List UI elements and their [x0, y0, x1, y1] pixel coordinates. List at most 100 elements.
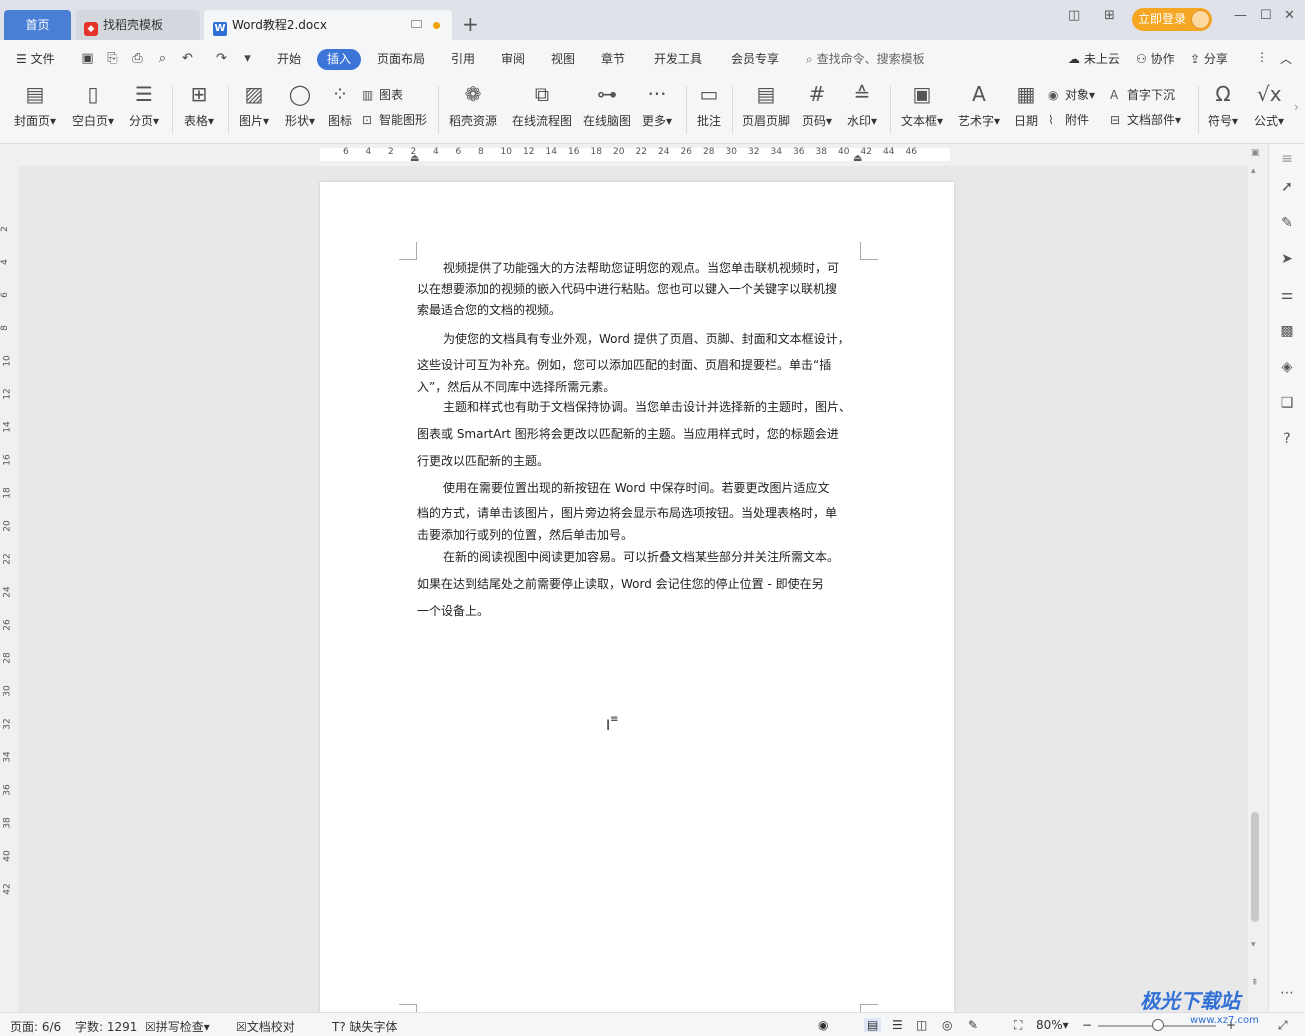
more-button[interactable]: ··· 更多▾	[638, 82, 676, 129]
eye-protect-icon[interactable]: ◉	[818, 1018, 828, 1032]
adjust-sliders-icon[interactable]: ⚌	[1278, 286, 1296, 304]
paragraph[interactable]: 主题和样式也有助于文档保持协调。当您单击设计并选择新的主题时，图片、 图表或 S…	[417, 394, 862, 475]
read-view-icon[interactable]: ◫	[916, 1018, 927, 1032]
collapse-ribbon-icon[interactable]: ︿	[1280, 50, 1292, 67]
redo-icon[interactable]: ↷	[214, 51, 229, 66]
location-icon[interactable]: ◈	[1278, 358, 1296, 376]
doc-parts-button[interactable]: ⊟ 文档部件▾	[1110, 111, 1181, 128]
zoom-level[interactable]: 80%▾	[1036, 1018, 1069, 1032]
share-button[interactable]: ⇪ 分享	[1190, 50, 1228, 67]
shape-button[interactable]: ◯ 形状▾	[280, 82, 320, 129]
scroll-down-icon[interactable]: ▾	[1251, 940, 1256, 950]
scrollbar-thumb[interactable]	[1251, 812, 1259, 922]
docer-resource-button[interactable]: ❁ 稻壳资源	[446, 82, 500, 129]
table-button[interactable]: ⊞ 表格▾	[178, 82, 220, 129]
collab-button[interactable]: ⚇ 协作	[1136, 50, 1175, 67]
cloud-status[interactable]: ☁ 未上云	[1068, 50, 1120, 67]
tab-view[interactable]: 视图	[551, 50, 575, 67]
watermark-button[interactable]: ≙ 水印▾	[842, 82, 882, 129]
header-footer-button[interactable]: ▤ 页眉页脚	[738, 82, 794, 129]
formula-button[interactable]: √x 公式▾	[1250, 82, 1288, 129]
tab-home[interactable]: 首页	[4, 10, 71, 40]
object-button[interactable]: ◉ 对象▾	[1048, 86, 1095, 103]
pen-icon[interactable]: ✎	[1278, 214, 1296, 232]
icon-library-button[interactable]: ⁘ 图标	[324, 82, 356, 129]
cover-page-button[interactable]: ▤ 封面页▾	[10, 82, 60, 129]
page-break-button[interactable]: ☰ 分页▾	[124, 82, 164, 129]
monitor-icon[interactable]	[411, 20, 422, 28]
apps-grid-icon[interactable]: ⊞	[1104, 8, 1115, 23]
panel-menu-icon[interactable]: ≡	[1278, 150, 1296, 168]
paragraph[interactable]: 在新的阅读视图中阅读更加容易。可以折叠文档某些部分并关注所需文本。 如果在达到结…	[417, 544, 862, 625]
chart-button[interactable]: ▥ 图表	[362, 86, 403, 103]
image-tool-icon[interactable]: ▩	[1278, 322, 1296, 340]
tab-page-layout[interactable]: 页面布局	[377, 50, 425, 67]
symbol-button[interactable]: Ω 符号▾	[1204, 82, 1242, 129]
page-view-icon[interactable]: ▤	[864, 1018, 882, 1032]
tab-section[interactable]: 章节	[601, 50, 625, 67]
smartart-button[interactable]: ⊡ 智能图形	[362, 111, 427, 128]
fullscreen-icon[interactable]: ⤢	[1278, 1018, 1288, 1033]
indent-marker-icon[interactable]: ⏏	[410, 153, 419, 164]
prev-page-icon[interactable]: ⇞	[1251, 978, 1259, 988]
new-tab-button[interactable]: +	[462, 11, 479, 37]
tab-developer[interactable]: 开发工具	[654, 50, 702, 67]
date-button[interactable]: ▦ 日期	[1010, 82, 1042, 129]
vertical-scrollbar[interactable]: ▣ ▴ ▾ ⇞	[1248, 144, 1268, 1012]
page-number-button[interactable]: # 页码▾	[798, 82, 836, 129]
paragraph[interactable]: 使用在需要位置出现的新按钮在 Word 中保存时间。若要更改图片适应文 档的方式…	[417, 476, 862, 545]
attachment-button[interactable]: ⌇ 附件	[1048, 111, 1089, 128]
flowchart-button[interactable]: ⧉ 在线流程图	[510, 82, 574, 129]
tab-member[interactable]: 会员专享	[731, 50, 779, 67]
picture-button[interactable]: ▨ 图片▾	[234, 82, 274, 129]
tab-document[interactable]: W Word教程2.docx	[204, 10, 452, 40]
book-icon[interactable]: ❑	[1278, 394, 1296, 412]
document-canvas[interactable]: 视频提供了功能强大的方法帮助您证明您的观点。当您单击联机视频时，可 以在想要添加…	[18, 166, 1248, 1022]
zoom-out-icon[interactable]: −	[1082, 1018, 1092, 1032]
help-icon[interactable]: ?	[1278, 430, 1296, 448]
document-page[interactable]: 视频提供了功能强大的方法帮助您证明您的观点。当您单击联机视频时，可 以在想要添加…	[320, 182, 954, 1022]
missing-font[interactable]: T? 缺失字体	[332, 1018, 398, 1035]
print-icon[interactable]: ⎙	[130, 51, 145, 66]
command-search[interactable]: ⌕ 查找命令、搜索模板	[806, 50, 925, 67]
write-mode-icon[interactable]: ✎	[968, 1018, 978, 1032]
spell-check[interactable]: ☒拼写检查▾	[145, 1018, 210, 1035]
customize-toolbar-icon[interactable]: ▾	[240, 51, 255, 66]
word-count[interactable]: 字数: 1291	[75, 1018, 137, 1035]
page-count[interactable]: 页面: 6/6	[10, 1018, 61, 1035]
close-icon[interactable]: ✕	[1284, 8, 1295, 23]
select-pointer-icon[interactable]: ➤	[1278, 250, 1296, 268]
minimize-icon[interactable]: —	[1234, 8, 1247, 23]
tab-template[interactable]: ◆ 找稻壳模板	[76, 10, 200, 40]
blank-page-button[interactable]: ▯ 空白页▾	[68, 82, 118, 129]
window-layout-icon[interactable]: ◫	[1068, 8, 1080, 23]
save-icon[interactable]: ▣	[80, 51, 95, 66]
maximize-icon[interactable]: ☐	[1260, 8, 1272, 23]
file-menu[interactable]: ☰ 文件	[16, 50, 55, 67]
wordart-button[interactable]: A 艺术字▾	[954, 82, 1004, 129]
outline-view-icon[interactable]: ☰	[892, 1018, 903, 1032]
undo-icon[interactable]: ↶	[180, 51, 195, 66]
export-pdf-icon[interactable]: ⎘	[105, 51, 120, 66]
zoom-slider-knob[interactable]	[1152, 1019, 1164, 1031]
more-options-icon[interactable]: ⋮	[1256, 50, 1268, 64]
right-indent-marker-icon[interactable]: ⏏	[853, 153, 862, 164]
paragraph[interactable]: 为使您的文档具有专业外观，Word 提供了页眉、页脚、封面和文本框设计， 这些设…	[417, 326, 862, 396]
mindmap-button[interactable]: ⊶ 在线脑图	[582, 82, 632, 129]
login-button[interactable]: 立即登录	[1132, 8, 1212, 31]
fit-page-icon[interactable]: ⛶	[1014, 1018, 1022, 1033]
scroll-settings-icon[interactable]: ▣	[1251, 148, 1260, 158]
tab-start[interactable]: 开始	[277, 50, 301, 67]
paragraph[interactable]: 视频提供了功能强大的方法帮助您证明您的观点。当您单击联机视频时，可 以在想要添加…	[417, 258, 862, 321]
dropcap-button[interactable]: A 首字下沉	[1110, 86, 1175, 103]
tab-review[interactable]: 审阅	[501, 50, 525, 67]
rocket-icon[interactable]: ➚	[1278, 178, 1296, 196]
tab-references[interactable]: 引用	[451, 50, 475, 67]
tab-insert[interactable]: 插入	[317, 49, 361, 70]
comment-button[interactable]: ▭ 批注	[692, 82, 726, 129]
panel-more-icon[interactable]: ⋯	[1278, 984, 1296, 1002]
scroll-up-icon[interactable]: ▴	[1251, 166, 1256, 176]
ribbon-scroll-right-icon[interactable]: ›	[1294, 100, 1299, 114]
print-preview-icon[interactable]: ⌕	[155, 51, 170, 66]
web-view-icon[interactable]: ◎	[942, 1018, 952, 1032]
